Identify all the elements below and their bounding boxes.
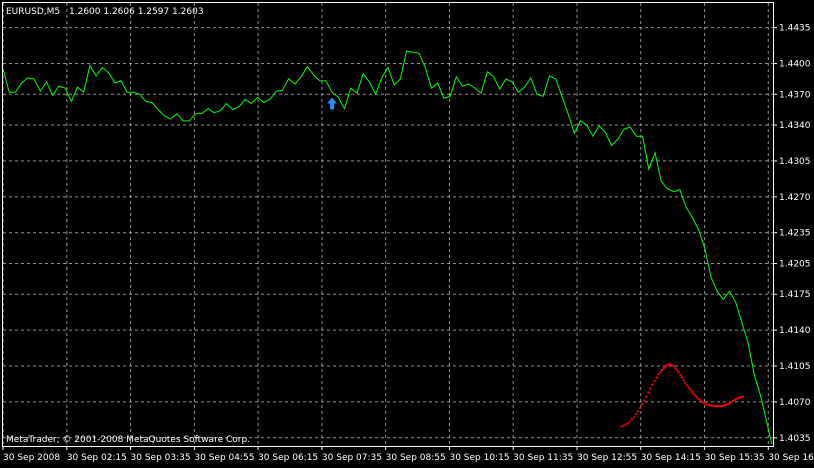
indicator-point	[647, 391, 650, 394]
indicator-point	[695, 396, 698, 399]
y-tick-label: 1.4340	[779, 121, 811, 131]
x-tick-label: 30 Sep 03:35	[131, 453, 191, 463]
price-chart[interactable]: 1.4435 1.4400 1.4370 1.4340 1.4305 1.4270 1.42…	[0, 0, 814, 464]
indicator-point	[651, 383, 654, 386]
x-tick-label: 30 Sep 15:35	[705, 453, 765, 463]
indicator-point	[685, 384, 689, 387]
y-tick-label: 1.4400	[779, 60, 811, 70]
indicator-point	[694, 394, 697, 397]
chart-background	[0, 0, 814, 464]
indicator-point	[742, 395, 745, 398]
indicator-point	[687, 386, 690, 389]
indicator-point	[655, 376, 658, 379]
y-tick-label: 1.4270	[779, 193, 811, 203]
indicator-point	[659, 371, 662, 374]
x-tick-label: 30 Sep 12:55	[577, 453, 637, 463]
chart-window[interactable]: 1.4435 1.4400 1.4370 1.4340 1.4305 1.4270 1.42…	[0, 0, 814, 464]
y-tick-label: 1.4105	[779, 362, 811, 372]
indicator-point	[689, 388, 692, 391]
y-tick-label: 1.4435	[779, 24, 811, 34]
y-tick-label: 1.4305	[779, 157, 811, 167]
indicator-point	[620, 425, 623, 428]
x-tick-label: 30 Sep 08:55	[386, 453, 446, 463]
indicator-point	[632, 416, 636, 419]
indicator-point	[682, 379, 685, 382]
y-tick-label: 1.4205	[779, 259, 811, 269]
indicator-point	[649, 387, 652, 390]
copyright-label: MetaTrader, © 2001-2008 MetaQuotes Softw…	[6, 435, 250, 445]
indicator-point	[628, 420, 631, 423]
indicator-point	[653, 380, 656, 383]
indicator-point	[675, 369, 679, 372]
indicator-point	[636, 410, 640, 413]
y-tick-label: 1.4035	[779, 434, 811, 444]
indicator-point	[624, 423, 627, 426]
x-tick-label: 30 Sep 07:35	[322, 453, 382, 463]
indicator-point	[634, 413, 638, 416]
indicator-point	[692, 392, 695, 395]
indicator-point	[677, 371, 680, 374]
indicator-point	[622, 424, 625, 427]
indicator-point	[657, 373, 660, 376]
indicator-point	[672, 364, 675, 368]
x-tick-label: 30 Sep 04:55	[194, 453, 254, 463]
x-tick-label: 30 Sep 16:55	[768, 453, 814, 463]
x-tick-label: 30 Sep 14:15	[641, 453, 701, 463]
indicator-point	[645, 395, 648, 398]
indicator-point	[674, 367, 677, 370]
x-tick-label: 30 Sep 10:15	[449, 453, 509, 463]
ohlc-values: 1.2600 1.2606 1.2597 1.2603	[69, 7, 204, 17]
x-tick-label: 30 Sep 11:35	[513, 453, 573, 463]
indicator-point	[684, 381, 687, 384]
indicator-point	[641, 403, 644, 406]
x-tick-label: 30 Sep 02:15	[67, 453, 127, 463]
indicator-point	[630, 418, 633, 421]
y-tick-label: 1.4140	[779, 326, 811, 336]
indicator-point	[643, 399, 646, 402]
indicator-point	[699, 399, 702, 402]
indicator-point	[639, 407, 642, 410]
y-tick-label: 1.4070	[779, 398, 811, 408]
x-tick-label: 30 Sep 2008	[3, 453, 60, 463]
indicator-point	[661, 369, 664, 372]
indicator-point	[679, 373, 682, 376]
x-tick-label: 30 Sep 06:15	[258, 453, 318, 463]
y-tick-label: 1.4235	[779, 229, 811, 239]
symbol-label: EURUSD,M5	[6, 7, 60, 17]
indicator-point	[680, 376, 684, 379]
y-tick-label: 1.4175	[779, 290, 811, 300]
indicator-point	[626, 422, 629, 425]
indicator-point	[690, 390, 694, 393]
indicator-point	[662, 367, 665, 370]
y-tick-label: 1.4370	[779, 90, 811, 100]
